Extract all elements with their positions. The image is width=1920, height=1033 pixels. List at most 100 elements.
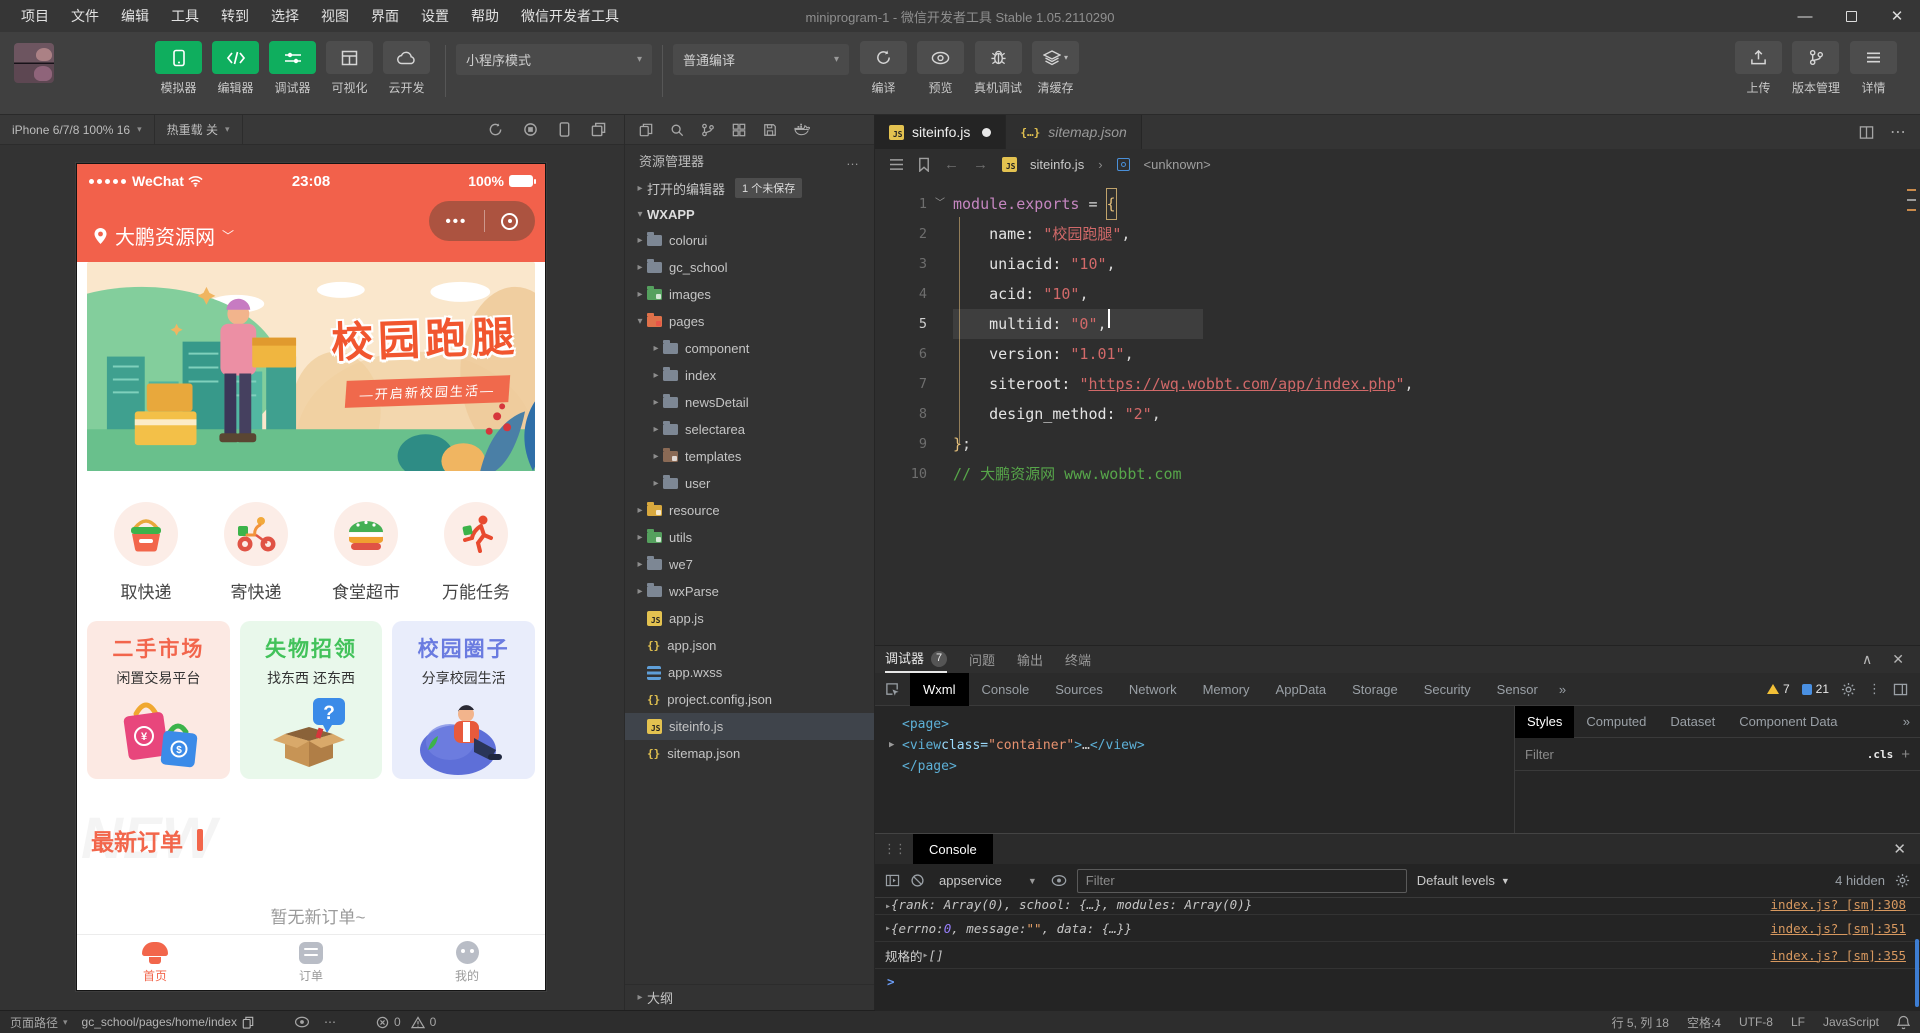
menu-item-项目[interactable]: 项目 (10, 0, 60, 32)
devtools-settings-icon[interactable] (1841, 682, 1856, 697)
code-line-5[interactable]: 5 multiid: "0", (875, 309, 1920, 339)
code-line-4[interactable]: 4 acid: "10", (875, 279, 1920, 309)
status-item-4[interactable]: JavaScript (1823, 1015, 1879, 1029)
调试器-button[interactable] (269, 41, 316, 74)
tree-item-templates[interactable]: ▸templates (625, 443, 874, 470)
code-line-1[interactable]: 1﹀module.exports = { (875, 189, 1920, 219)
devtools-tab-Storage[interactable]: Storage (1339, 673, 1411, 706)
log-source-link[interactable]: index.js? [sm]:355 (1751, 948, 1906, 963)
dock-side-icon[interactable] (1893, 683, 1908, 696)
git-branch-icon[interactable] (701, 123, 715, 137)
info-count[interactable]: 21 (1802, 682, 1829, 696)
devtools-tab-Console[interactable]: Console (969, 673, 1043, 706)
split-editor-icon[interactable] (1859, 125, 1874, 140)
phone-tab-我的[interactable]: 我的 (389, 935, 545, 990)
console-log-row[interactable]: ▸ {rank: Array(0), school: {…}, modules:… (875, 898, 1920, 915)
styles-tab-Dataset[interactable]: Dataset (1658, 706, 1727, 738)
真机调试-button[interactable] (975, 41, 1022, 74)
fold-icon[interactable]: ﹀ (927, 189, 953, 219)
record-icon[interactable] (523, 122, 538, 137)
card-校园圈子[interactable]: 校园圈子分享校园生活 (392, 621, 535, 779)
预览-button[interactable] (917, 41, 964, 74)
page-path-selector[interactable]: 页面路径▾ (10, 1014, 68, 1031)
card-失物招领[interactable]: 失物招领找东西 还东西? (240, 621, 383, 779)
模拟器-button[interactable] (155, 41, 202, 74)
hidden-messages-count[interactable]: 4 hidden (1835, 873, 1885, 888)
tree-item-newsDetail[interactable]: ▸newsDetail (625, 389, 874, 416)
wxml-tree[interactable]: <page>▶<view class="container">…</view><… (875, 706, 1515, 833)
编译-button[interactable] (860, 41, 907, 74)
hot-reload-select[interactable]: 热重载 关▾ (155, 115, 243, 145)
notifications-bell-icon[interactable] (1897, 1015, 1910, 1030)
styles-tab-Styles[interactable]: Styles (1515, 706, 1574, 738)
详情-button[interactable] (1850, 41, 1897, 74)
可视化-button[interactable] (326, 41, 373, 74)
tree-item-component[interactable]: ▸component (625, 335, 874, 362)
console-settings-icon[interactable] (1895, 873, 1910, 888)
tree-item-app.wxss[interactable]: app.wxss (625, 659, 874, 686)
editor-tab-siteinfo.js[interactable]: JSsiteinfo.js (875, 115, 1006, 149)
tabs-overflow-icon[interactable]: » (1551, 682, 1574, 697)
版本管理-button[interactable] (1792, 41, 1839, 74)
program-mode-select[interactable]: 小程序模式▾ (456, 44, 652, 75)
copy-path-icon[interactable] (242, 1016, 254, 1029)
wxml-node[interactable]: </page> (889, 756, 1500, 777)
code-line-8[interactable]: 8 design_method: "2", (875, 399, 1920, 429)
tree-item-resource[interactable]: ▸resource (625, 497, 874, 524)
phone-tab-首页[interactable]: 首页 (77, 935, 233, 990)
card-二手市场[interactable]: 二手市场闲置交易平台¥$ (87, 621, 230, 779)
close-icon[interactable]: ✕ (1892, 651, 1904, 668)
code-line-6[interactable]: 6 version: "1.01", (875, 339, 1920, 369)
编辑器-button[interactable] (212, 41, 259, 74)
collapse-icon[interactable]: ∧ (1862, 651, 1872, 668)
log-source-link[interactable]: index.js? [sm]:351 (1751, 921, 1906, 936)
devtools-tab-Network[interactable]: Network (1116, 673, 1190, 706)
tree-item-index[interactable]: ▸index (625, 362, 874, 389)
devtools-tab-Memory[interactable]: Memory (1190, 673, 1263, 706)
wxml-node[interactable]: <page> (889, 714, 1500, 735)
grid-item-寄快递[interactable]: 寄快递 (211, 502, 301, 603)
status-item-2[interactable]: UTF-8 (1739, 1015, 1773, 1029)
debug-tab-问题[interactable]: 问题 (969, 650, 995, 669)
status-more-icon[interactable]: ⋯ (324, 1015, 336, 1029)
screenshot-icon[interactable] (591, 122, 606, 137)
styles-tab-Computed[interactable]: Computed (1574, 706, 1658, 738)
tree-item-project.config.json[interactable]: {}project.config.json (625, 686, 874, 713)
device-frame-icon[interactable] (558, 122, 571, 137)
grid-item-取快递[interactable]: 取快递 (101, 502, 191, 603)
nav-back-icon[interactable]: ← (944, 156, 959, 173)
wxml-expand-icon[interactable]: ▶ (889, 735, 902, 756)
menu-item-视图[interactable]: 视图 (310, 0, 360, 32)
banner[interactable]: 校园跑腿 —开启新校园生活— (87, 262, 535, 472)
execution-context-select[interactable]: appservice▼ (935, 873, 1041, 888)
more-icon[interactable]: ••• (446, 213, 468, 230)
console-log-row[interactable]: 规格的 ▸ []index.js? [sm]:355 (875, 942, 1920, 969)
bookmark-icon[interactable] (918, 157, 930, 172)
minimize-button[interactable]: — (1782, 0, 1828, 32)
menu-item-工具[interactable]: 工具 (160, 0, 210, 32)
tree-item-app.js[interactable]: JSapp.js (625, 605, 874, 632)
menu-item-转到[interactable]: 转到 (210, 0, 260, 32)
devtools-tab-AppData[interactable]: AppData (1263, 673, 1340, 706)
code-line-7[interactable]: 7 siteroot: "https://wq.wobbt.com/app/in… (875, 369, 1920, 399)
console-scrollbar[interactable] (1915, 939, 1919, 1007)
menu-item-文件[interactable]: 文件 (60, 0, 110, 32)
上传-button[interactable] (1735, 41, 1782, 74)
devtools-tab-Security[interactable]: Security (1411, 673, 1484, 706)
console-tab[interactable]: Console (913, 834, 993, 864)
phone-tab-订单[interactable]: 订单 (233, 935, 389, 990)
location-selector[interactable]: 大鹏资源网 ﹀ (93, 221, 234, 250)
devtools-tab-Wxml[interactable]: Wxml (910, 673, 969, 706)
menu-item-界面[interactable]: 界面 (360, 0, 410, 32)
rotate-icon[interactable] (488, 122, 503, 137)
breadcrumb-file[interactable]: siteinfo.js (1030, 157, 1084, 172)
code-line-2[interactable]: 2 name: "校园跑腿", (875, 219, 1920, 249)
code-line-3[interactable]: 3 uniacid: "10", (875, 249, 1920, 279)
extensions-icon[interactable] (732, 123, 746, 137)
menu-item-选择[interactable]: 选择 (260, 0, 310, 32)
云开发-button[interactable] (383, 41, 430, 74)
styles-filter-input[interactable] (1525, 747, 1859, 762)
tabs-more-icon[interactable]: ⋯ (1890, 122, 1906, 142)
devtools-more-icon[interactable]: ⋮ (1868, 681, 1881, 697)
explorer-more-icon[interactable]: … (846, 153, 860, 168)
